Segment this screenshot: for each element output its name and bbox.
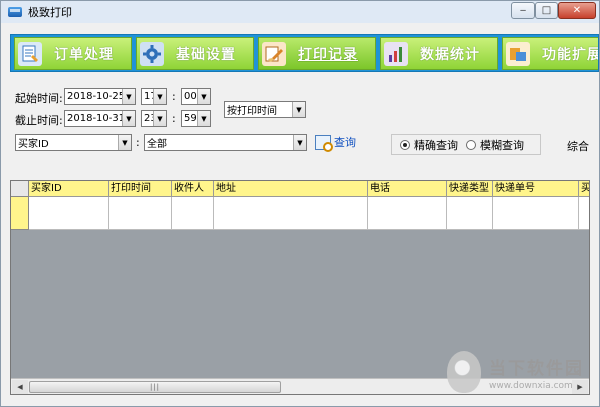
end-minute-value: 59 (184, 113, 197, 124)
query-button-label: 查询 (334, 136, 356, 149)
main-window: 极致打印 ‒ □ ✕ 订单处理 基础设置 打印记录 数据统计 功能扩展 起始时间… (0, 0, 600, 407)
close-icon: ✕ (572, 5, 582, 16)
column-header-address[interactable]: 地址 (214, 181, 368, 197)
chevron-down-icon: ▼ (153, 111, 166, 126)
grid-header: 买家ID 打印时间 收件人 地址 电话 快递类型 快递单号 买 (11, 181, 589, 197)
app-icon (8, 7, 22, 17)
fuzzy-match-radio[interactable]: 模糊查询 (466, 137, 524, 153)
search-field-value: 买家ID (18, 139, 49, 150)
toolbar-data-statistics-button[interactable]: 数据统计 (380, 37, 498, 70)
chevron-down-icon: ▼ (197, 89, 210, 104)
sort-by-select[interactable]: 按打印时间 ▼ (224, 101, 306, 118)
time-separator: : (172, 90, 176, 103)
watermark-logo-icon (447, 351, 481, 393)
toolbar-feature-extension-button[interactable]: 功能扩展 (502, 37, 599, 70)
toolbar-print-records-label: 打印记录 (298, 46, 358, 63)
end-minute-select[interactable]: 59 ▼ (181, 110, 211, 127)
search-value-text: 全部 (147, 139, 167, 150)
summary-label[interactable]: 综合 (567, 138, 589, 154)
toolbar-order-processing-label: 订单处理 (54, 46, 114, 63)
minimize-button[interactable]: ‒ (511, 2, 535, 19)
column-header-express-type[interactable]: 快递类型 (447, 181, 493, 197)
close-button[interactable]: ✕ (558, 2, 596, 19)
extension-icon (506, 41, 530, 66)
radio-unselected-icon (466, 139, 476, 150)
table-cell[interactable] (493, 197, 579, 230)
start-date-picker[interactable]: 2018-10-25 ▼ (64, 88, 136, 105)
exact-match-label: 精确查询 (414, 138, 458, 152)
table-row[interactable] (11, 197, 589, 230)
time-separator: : (172, 112, 176, 125)
search-value-select[interactable]: 全部 ▼ (144, 134, 307, 151)
watermark-title: 当下软件园 (489, 358, 584, 379)
search-icon (315, 134, 333, 152)
table-cell[interactable] (172, 197, 214, 230)
row-header[interactable] (11, 197, 29, 230)
column-header-recipient[interactable]: 收件人 (172, 181, 214, 197)
radio-selected-icon (400, 139, 410, 150)
exact-match-radio[interactable]: 精确查询 (400, 137, 458, 153)
minimize-icon: ‒ (519, 5, 527, 16)
toolbar-basic-settings-label: 基础设置 (176, 46, 236, 63)
fuzzy-match-label: 模糊查询 (480, 138, 524, 152)
table-cell[interactable] (579, 197, 589, 230)
toolbar-print-records-button[interactable]: 打印记录 (258, 37, 376, 70)
title-bar[interactable]: 极致打印 ‒ □ ✕ (1, 1, 599, 23)
search-field-select[interactable]: 买家ID ▼ (15, 134, 132, 151)
column-header-buyer-partial[interactable]: 买 (579, 181, 589, 197)
table-cell[interactable] (109, 197, 172, 230)
start-hour-select[interactable]: 17 ▼ (141, 88, 167, 105)
print-record-icon (262, 41, 286, 66)
column-header-print-time[interactable]: 打印时间 (109, 181, 172, 197)
match-mode-group: 精确查询 模糊查询 (391, 134, 541, 155)
maximize-icon: □ (541, 5, 552, 16)
table-cell[interactable] (368, 197, 447, 230)
column-header-tracking-number[interactable]: 快递单号 (493, 181, 579, 197)
end-date-value: 2018-10-31 (67, 113, 126, 124)
table-cell[interactable] (29, 197, 109, 230)
end-date-picker[interactable]: 2018-10-31 ▼ (64, 110, 136, 127)
start-minute-select[interactable]: 00 ▼ (181, 88, 211, 105)
toolbar-basic-settings-button[interactable]: 基础设置 (136, 37, 254, 70)
end-time-label: 截止时间: (15, 114, 63, 127)
main-toolbar: 订单处理 基础设置 打印记录 数据统计 功能扩展 (10, 34, 599, 72)
start-date-value: 2018-10-25 (67, 91, 126, 102)
field-separator: : (136, 136, 140, 149)
chevron-down-icon: ▼ (122, 111, 135, 126)
order-document-icon (18, 41, 42, 66)
window-title: 极致打印 (28, 6, 72, 19)
chevron-down-icon: ▼ (293, 135, 306, 150)
start-time-label: 起始时间: (15, 92, 63, 105)
chevron-down-icon: ▼ (153, 89, 166, 104)
bar-chart-icon (384, 41, 408, 66)
sort-by-value: 按打印时间 (227, 106, 277, 117)
toolbar-order-processing-button[interactable]: 订单处理 (14, 37, 132, 70)
chevron-down-icon: ▼ (118, 135, 131, 150)
chevron-down-icon: ▼ (197, 111, 210, 126)
column-header-phone[interactable]: 电话 (368, 181, 447, 197)
watermark-url: www.downxia.com (489, 380, 573, 391)
scrollbar-thumb[interactable]: ||| (29, 381, 281, 393)
grid-corner (11, 181, 29, 197)
toolbar-data-statistics-label: 数据统计 (420, 46, 480, 63)
chevron-down-icon: ▼ (122, 89, 135, 104)
table-cell[interactable] (447, 197, 493, 230)
start-minute-value: 00 (184, 91, 197, 102)
toolbar-feature-extension-label: 功能扩展 (542, 46, 599, 63)
query-button[interactable]: 查询 (315, 134, 356, 152)
end-hour-select[interactable]: 23 ▼ (141, 110, 167, 127)
scroll-left-icon[interactable]: ◀ (12, 380, 28, 394)
chevron-down-icon: ▼ (292, 102, 305, 117)
gear-icon (140, 41, 164, 66)
maximize-button[interactable]: □ (535, 2, 558, 19)
watermark: 当下软件园 www.downxia.com (447, 351, 584, 393)
column-header-buyer-id[interactable]: 买家ID (29, 181, 109, 197)
table-cell[interactable] (214, 197, 368, 230)
